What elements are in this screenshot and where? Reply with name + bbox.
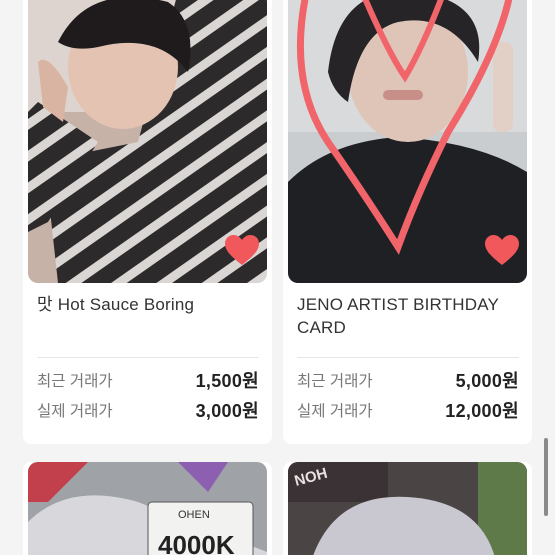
product-photo-4[interactable]: NOH — [288, 462, 527, 555]
product-photo-2[interactable] — [288, 0, 527, 283]
product-photo-3[interactable]: OHEN 4000K — [28, 462, 267, 555]
product-title[interactable]: 맛 Hot Sauce Boring — [37, 293, 263, 316]
recent-price-row: 최근 거래가 5,000원 — [297, 368, 519, 392]
plate-label: OHEN — [178, 509, 210, 521]
photo-illustration: OHEN 4000K — [28, 462, 267, 555]
heart-icon — [225, 235, 259, 265]
photo-illustration: NOH — [288, 462, 527, 555]
product-card-1[interactable]: 맛 Hot Sauce Boring 최근 거래가 1,500원 실제 거래가 … — [23, 0, 272, 444]
product-photo-1[interactable] — [28, 0, 267, 283]
product-card-3[interactable]: OHEN 4000K — [23, 462, 272, 555]
like-button[interactable] — [484, 234, 520, 266]
actual-price-value: 3,000원 — [195, 401, 259, 421]
scrollbar[interactable] — [544, 438, 548, 516]
product-card-4[interactable]: NOH — [283, 462, 532, 555]
divider — [37, 357, 259, 358]
actual-price-label: 실제 거래가 — [297, 403, 373, 420]
recent-price-label: 최근 거래가 — [297, 373, 373, 390]
recent-price-value: 5,000원 — [455, 371, 519, 391]
actual-price-row: 실제 거래가 3,000원 — [37, 398, 259, 422]
heart-icon — [485, 235, 519, 265]
plate-number: 4000K — [158, 530, 235, 555]
like-button[interactable] — [224, 234, 260, 266]
product-title[interactable]: JENO ARTIST BIRTHDAY CARD — [297, 293, 523, 339]
recent-price-label: 최근 거래가 — [37, 373, 113, 390]
divider — [297, 357, 519, 358]
recent-price-row: 최근 거래가 1,500원 — [37, 368, 259, 392]
actual-price-value: 12,000원 — [445, 401, 519, 421]
actual-price-row: 실제 거래가 12,000원 — [297, 398, 519, 422]
actual-price-label: 실제 거래가 — [37, 403, 113, 420]
recent-price-value: 1,500원 — [195, 371, 259, 391]
product-card-2[interactable]: JENO ARTIST BIRTHDAY CARD 최근 거래가 5,000원 … — [283, 0, 532, 444]
